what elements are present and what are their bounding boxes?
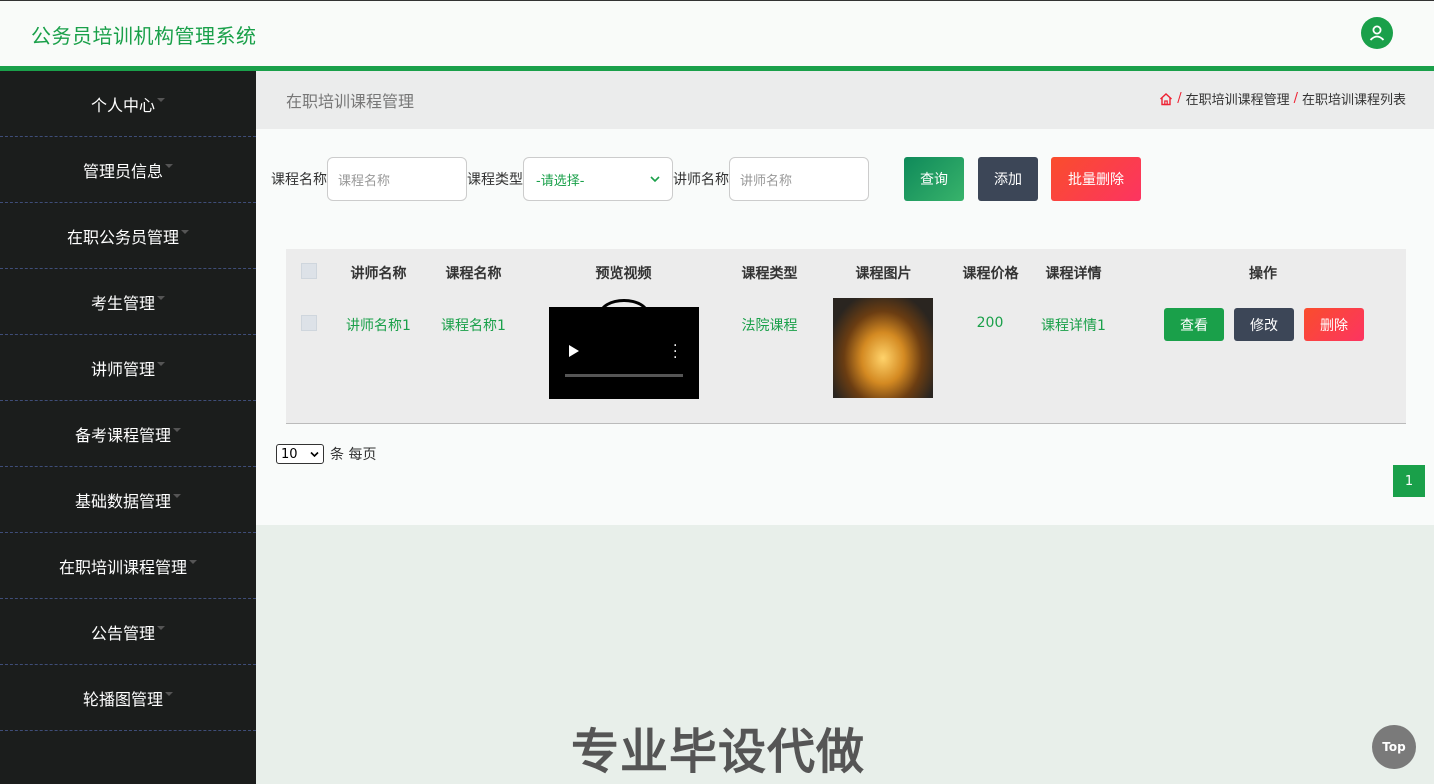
edit-button[interactable]: 修改 [1234,308,1294,341]
sidebar-item-civil-servant[interactable]: 在职公务员管理 [0,203,256,269]
video-progress-bar[interactable] [565,374,683,377]
caret-down-icon [157,295,165,300]
search-bar: 课程名称 课程名称 课程类型 -请选择- 讲师名称 讲师名称 查询 添加 批量删… [271,157,1141,201]
page-size-value: 10 [281,446,298,462]
breadcrumb-separator: / [1293,91,1298,106]
caret-down-icon [157,625,165,630]
caret-down-icon [165,163,173,168]
sidebar-item-admin-info[interactable]: 管理员信息 [0,137,256,203]
sidebar-item-teacher[interactable]: 讲师管理 [0,335,256,401]
batch-delete-button[interactable]: 批量删除 [1051,157,1141,201]
sidebar-item-label: 轮播图管理 [82,689,163,709]
breadcrumb-item: 在职培训课程列表 [1301,93,1406,108]
course-image [833,298,933,398]
caret-down-icon [189,559,197,564]
column-header: 操作 [1249,266,1277,282]
teacher-name-input[interactable]: 讲师名称 [729,157,869,201]
sidebar-item-label: 公告管理 [90,623,155,643]
caret-down-icon [165,691,173,696]
more-options-icon[interactable]: · · · [673,339,677,365]
sidebar-item-inservice-course[interactable]: 在职培训课程管理 [0,533,256,599]
course-name-input[interactable]: 课程名称 [327,157,467,201]
select-all-checkbox[interactable] [301,263,317,279]
preview-video-player[interactable]: · · · [549,299,699,399]
sidebar-item-label: 考生管理 [90,293,155,313]
delete-button[interactable]: 删除 [1304,308,1364,341]
sidebar: 个人中心 管理员信息 在职公务员管理 考生管理 讲师管理 备考课程管理 基础数据… [0,71,256,784]
chevron-down-icon [650,176,660,183]
view-button[interactable]: 查看 [1164,308,1224,341]
data-table: 讲师名称 课程名称 预览视频 课程类型 课程图片 课程价格 课程详情 操作 讲师… [286,249,1406,424]
video-loading-arc [599,299,649,329]
caret-down-icon [157,97,165,102]
sidebar-item-announcement[interactable]: 公告管理 [0,599,256,665]
user-icon [1369,25,1385,41]
course-name-cell: 课程名称1 [441,318,506,334]
caret-down-icon [181,229,189,234]
sidebar-item-carousel[interactable]: 轮播图管理 [0,665,256,731]
row-checkbox[interactable] [301,315,317,331]
sidebar-item-label: 讲师管理 [90,359,155,379]
breadcrumb: / 在职培训课程管理 / 在职培训课程列表 [1159,89,1406,108]
sidebar-item-label: 个人中心 [90,95,155,115]
column-header: 课程类型 [741,266,798,282]
column-header: 课程图片 [855,266,912,282]
course-name-label: 课程名称 [271,172,327,188]
course-detail-cell: 课程详情1 [1041,318,1106,334]
column-header: 预览视频 [595,266,652,282]
course-type-select[interactable]: -请选择- [523,157,673,201]
page-size-control: 10 条 每页 [276,444,376,464]
sidebar-item-label: 在职公务员管理 [66,227,179,247]
caret-down-icon [173,427,181,432]
breadcrumb-item[interactable]: 在职培训课程管理 [1186,89,1290,108]
column-header: 讲师名称 [350,266,407,282]
course-type-label: 课程类型 [467,172,523,188]
search-button[interactable]: 查询 [904,157,964,201]
play-icon[interactable] [569,345,579,357]
main-content: 课程名称 课程名称 课程类型 -请选择- 讲师名称 讲师名称 查询 添加 批量删… [256,129,1434,525]
top-header: 公务员培训机构管理系统 [0,0,1434,66]
sidebar-item-label: 在职培训课程管理 [58,557,187,577]
page-size-select[interactable]: 10 [276,444,324,464]
column-header: 课程价格 [962,266,1019,282]
user-avatar-button[interactable] [1361,17,1393,49]
sidebar-item-personal-center[interactable]: 个人中心 [0,71,256,137]
page-header: 在职培训课程管理 / 在职培训课程管理 / 在职培训课程列表 [256,71,1434,129]
sidebar-item-base-data[interactable]: 基础数据管理 [0,467,256,533]
add-button[interactable]: 添加 [978,157,1038,201]
sidebar-item-label: 管理员信息 [82,161,163,181]
sidebar-item-label: 备考课程管理 [74,425,171,445]
page-number-button[interactable]: 1 [1393,465,1425,497]
chevron-down-icon [310,451,319,457]
caret-down-icon [157,361,165,366]
teacher-name-cell: 讲师名称1 [346,318,411,334]
column-header: 课程名称 [445,266,502,282]
watermark-text: 专业毕设代做 [571,724,866,780]
price-cell: 200 [976,315,1004,331]
page-title: 在职培训课程管理 [286,92,415,111]
course-type-cell: 法院课程 [741,318,798,334]
home-icon[interactable] [1159,92,1173,106]
sidebar-item-label: 基础数据管理 [74,491,171,511]
column-header: 课程详情 [1045,266,1102,282]
sidebar-item-prep-course[interactable]: 备考课程管理 [0,401,256,467]
course-type-value: -请选择- [536,173,585,189]
back-to-top-button[interactable]: Top [1372,725,1416,769]
teacher-name-label: 讲师名称 [673,172,729,188]
breadcrumb-separator: / [1177,91,1182,106]
per-page-label: 条 每页 [330,447,377,463]
caret-down-icon [173,493,181,498]
app-title: 公务员培训机构管理系统 [31,24,257,48]
sidebar-item-examinee[interactable]: 考生管理 [0,269,256,335]
